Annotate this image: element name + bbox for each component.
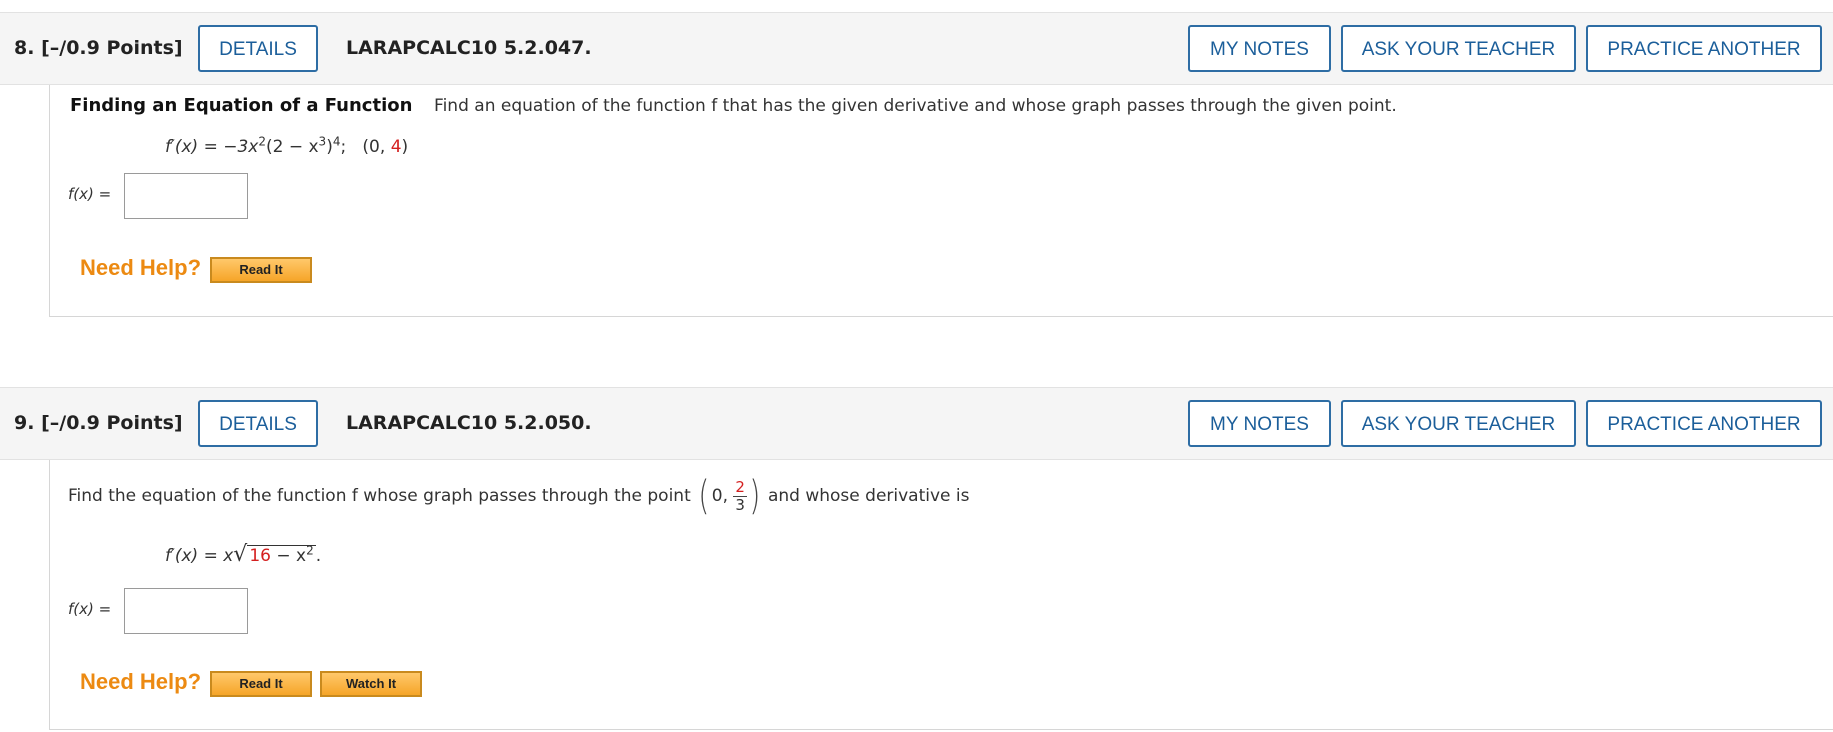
question-8-prompt: Finding an Equation of a Function Find a… <box>70 95 1397 116</box>
need-help-label: Need Help? <box>80 669 202 694</box>
question-8-body: Finding an Equation of a Function Find a… <box>49 85 1833 317</box>
answer-label: f(x) = <box>68 185 112 203</box>
need-help-label: Need Help? <box>80 255 202 280</box>
details-button[interactable]: DETAILS <box>198 25 318 72</box>
question-8-equation: f′(x) = −3x2(2 − x3)4; (0, 4) <box>165 134 409 157</box>
read-it-button[interactable]: Read It <box>210 257 312 283</box>
question-9-points: 9. [–/0.9 Points] <box>14 412 183 434</box>
sqrt-radicand: 16 − x2 <box>247 543 316 566</box>
my-notes-button[interactable]: MY NOTES <box>1188 25 1331 72</box>
right-paren: ) <box>749 473 761 519</box>
ask-your-teacher-button[interactable]: ASK YOUR TEACHER <box>1341 25 1576 72</box>
question-9-body: Find the equation of the function f whos… <box>49 460 1833 730</box>
answer-input[interactable] <box>124 588 248 634</box>
ask-your-teacher-button[interactable]: ASK YOUR TEACHER <box>1341 400 1576 447</box>
answer-label: f(x) = <box>68 600 112 618</box>
question-8-points: 8. [–/0.9 Points] <box>14 37 183 59</box>
details-button[interactable]: DETAILS <box>198 400 318 447</box>
practice-another-button[interactable]: PRACTICE ANOTHER <box>1586 400 1822 447</box>
practice-another-button[interactable]: PRACTICE ANOTHER <box>1586 25 1822 72</box>
sqrt-icon: √ <box>233 542 248 567</box>
my-notes-button[interactable]: MY NOTES <box>1188 400 1331 447</box>
read-it-button[interactable]: Read It <box>210 671 312 697</box>
left-paren: ( <box>698 473 710 519</box>
question-9-code: LARAPCALC10 5.2.050. <box>346 412 592 434</box>
question-9-header: 9. [–/0.9 Points] DETAILS LARAPCALC10 5.… <box>0 387 1833 460</box>
question-8-heading: Finding an Equation of a Function <box>70 95 413 116</box>
question-9-derivative: f′(x) = x√ 16 − x2. <box>165 542 322 567</box>
question-9-prompt: Find the equation of the function f whos… <box>68 460 970 532</box>
question-8-header: 8. [–/0.9 Points] DETAILS LARAPCALC10 5.… <box>0 12 1833 85</box>
point-fraction: 23 <box>733 477 747 514</box>
question-8-code: LARAPCALC10 5.2.047. <box>346 37 592 59</box>
watch-it-button[interactable]: Watch It <box>320 671 422 697</box>
answer-input[interactable] <box>124 173 248 219</box>
question-8-instruction: Find an equation of the function f that … <box>434 96 1397 116</box>
